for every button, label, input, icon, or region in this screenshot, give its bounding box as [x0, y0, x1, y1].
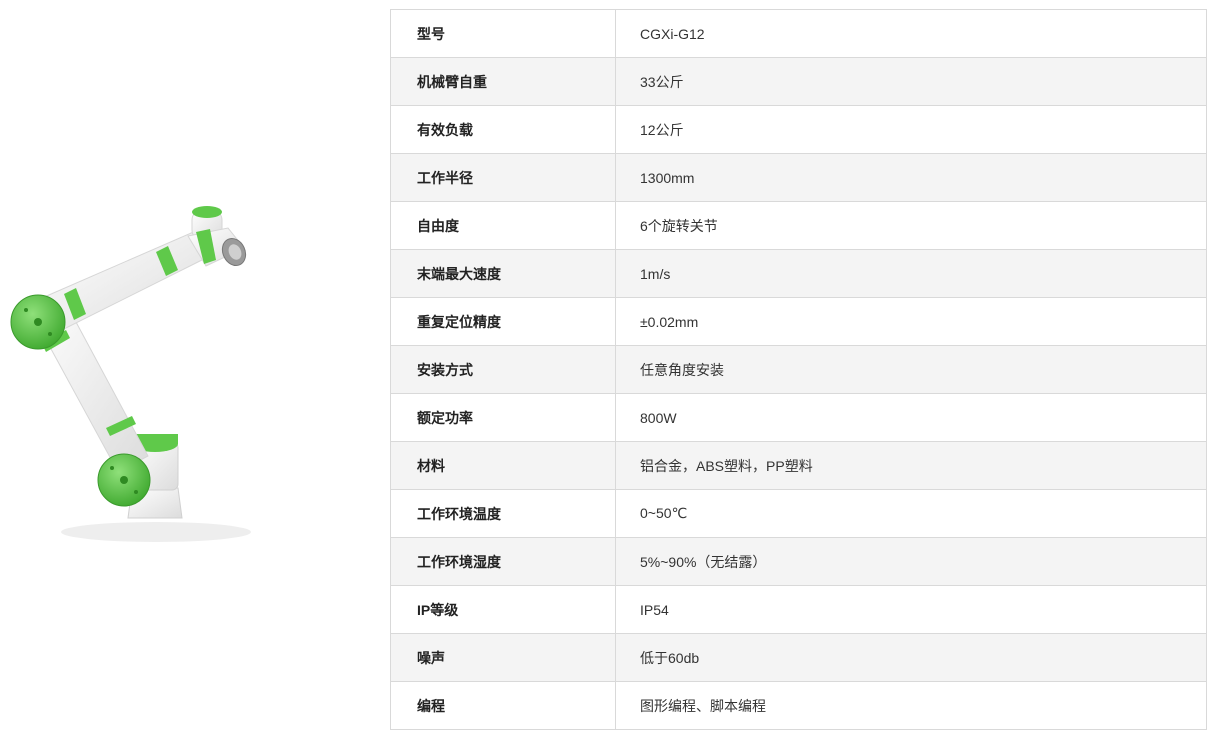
table-row: 工作环境温度 0~50℃: [390, 489, 1207, 538]
spec-value: IP54: [615, 585, 1207, 634]
table-row: 噪声 低于60db: [390, 633, 1207, 682]
spec-label: 型号: [390, 9, 616, 58]
table-row: 额定功率 800W: [390, 393, 1207, 442]
spec-label: 有效负载: [390, 105, 616, 154]
spec-value: 铝合金，ABS塑料，PP塑料: [615, 441, 1207, 490]
spec-value: CGXi-G12: [615, 9, 1207, 58]
robot-arm-image: [10, 206, 251, 542]
spec-label: 工作环境湿度: [390, 537, 616, 586]
spec-label: 编程: [390, 681, 616, 730]
spec-table: 型号 CGXi-G12 机械臂自重 33公斤 有效负载 12公斤 工作半径 13…: [390, 9, 1207, 730]
spec-label: 噪声: [390, 633, 616, 682]
spec-value: 800W: [615, 393, 1207, 442]
spec-label: 材料: [390, 441, 616, 490]
spec-value: 图形编程、脚本编程: [615, 681, 1207, 730]
spec-value: 0~50℃: [615, 489, 1207, 538]
spec-label: 安装方式: [390, 345, 616, 394]
spec-label: 工作环境温度: [390, 489, 616, 538]
spec-value: 5%~90%（无结露）: [615, 537, 1207, 586]
table-row: 材料 铝合金，ABS塑料，PP塑料: [390, 441, 1207, 490]
spec-value: 33公斤: [615, 57, 1207, 106]
spec-label: 工作半径: [390, 153, 616, 202]
spec-value: 1m/s: [615, 249, 1207, 298]
table-row: 自由度 6个旋转关节: [390, 201, 1207, 250]
table-row: 末端最大速度 1m/s: [390, 249, 1207, 298]
spec-label: IP等级: [390, 585, 616, 634]
spec-label: 末端最大速度: [390, 249, 616, 298]
spec-label: 重复定位精度: [390, 297, 616, 346]
table-row: 编程 图形编程、脚本编程: [390, 681, 1207, 730]
table-row: 安装方式 任意角度安装: [390, 345, 1207, 394]
spec-value: 1300mm: [615, 153, 1207, 202]
spec-value: 6个旋转关节: [615, 201, 1207, 250]
table-row: IP等级 IP54: [390, 585, 1207, 634]
table-row: 工作环境湿度 5%~90%（无结露）: [390, 537, 1207, 586]
spec-value: 任意角度安装: [615, 345, 1207, 394]
spec-value: 12公斤: [615, 105, 1207, 154]
table-row: 重复定位精度 ±0.02mm: [390, 297, 1207, 346]
spec-label: 机械臂自重: [390, 57, 616, 106]
table-row: 型号 CGXi-G12: [390, 9, 1207, 58]
spec-label: 额定功率: [390, 393, 616, 442]
spec-label: 自由度: [390, 201, 616, 250]
table-row: 机械臂自重 33公斤: [390, 57, 1207, 106]
page: 型号 CGXi-G12 机械臂自重 33公斤 有效负载 12公斤 工作半径 13…: [0, 0, 1216, 739]
table-row: 工作半径 1300mm: [390, 153, 1207, 202]
spec-value: 低于60db: [615, 633, 1207, 682]
spec-value: ±0.02mm: [615, 297, 1207, 346]
table-row: 有效负载 12公斤: [390, 105, 1207, 154]
